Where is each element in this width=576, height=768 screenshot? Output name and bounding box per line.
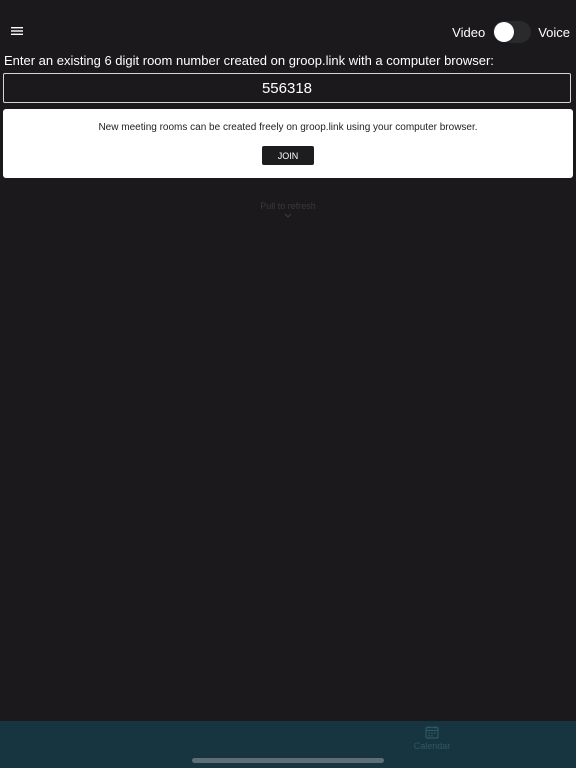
top-bar: Video Voice (0, 18, 576, 46)
pull-to-refresh-hint: Pull to refresh (260, 201, 316, 211)
video-voice-toggle: Video Voice (452, 20, 570, 44)
voice-label: Voice (538, 24, 570, 40)
join-button[interactable]: JOIN (262, 146, 314, 165)
info-card: New meeting rooms can be created freely … (3, 109, 573, 178)
room-number-prompt: Enter an existing 6 digit room number cr… (4, 53, 494, 68)
menu-button[interactable] (6, 20, 28, 42)
info-text: New meeting rooms can be created freely … (98, 122, 478, 133)
mode-switch[interactable] (493, 21, 532, 43)
room-number-input[interactable] (3, 73, 571, 103)
app-screen: Video Voice Enter an existing 6 digit ro… (0, 0, 576, 768)
calendar-icon (425, 726, 439, 739)
home-indicator (192, 758, 384, 763)
tab-calendar-label: Calendar (413, 741, 451, 751)
hamburger-menu-icon (11, 27, 23, 35)
video-label: Video (452, 24, 486, 40)
switch-knob (494, 22, 515, 42)
tab-calendar[interactable]: Calendar (404, 725, 460, 759)
chevron-down-icon (284, 213, 292, 218)
